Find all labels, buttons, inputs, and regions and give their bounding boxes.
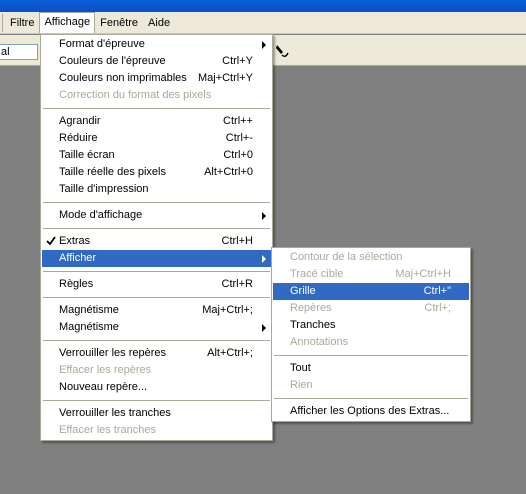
menu-item-label: Agrandir — [59, 115, 101, 127]
menu-item-shortcut: Maj+Ctrl+; — [202, 304, 253, 316]
menu-item-shortcut: Alt+Ctrl+; — [207, 347, 253, 359]
toolbar-field[interactable]: al — [0, 44, 38, 60]
menu-item-shortcut: Ctrl+- — [225, 132, 253, 144]
pen-tool-icon[interactable] — [274, 42, 290, 60]
menu-item-label: Effacer les repères — [59, 364, 152, 376]
menu-item-label: Magnétisme — [59, 304, 119, 316]
menu-item-couleurs-epreuve[interactable]: Couleurs de l'épreuve Ctrl+Y — [42, 53, 271, 70]
menu-item-verrouiller-reperes[interactable]: Verrouiller les repères Alt+Ctrl+; — [42, 345, 271, 362]
menu-fenetre[interactable]: Fenêtre — [95, 13, 143, 33]
menu-item-couleurs-non-imprimables[interactable]: Couleurs non imprimables Maj+Ctrl+Y — [42, 70, 271, 87]
menu-divider — [42, 293, 271, 302]
menu-divider — [273, 351, 469, 360]
menu-item-label: Tracé cible — [290, 268, 344, 280]
menu-item-taille-reelle-pixels[interactable]: Taille réelle des pixels Alt+Ctrl+0 — [42, 164, 271, 181]
menu-item-taille-impression[interactable]: Taille d'impression — [42, 181, 271, 198]
menu-item-label: Couleurs de l'épreuve — [59, 55, 166, 67]
menu-divider — [42, 267, 271, 276]
menu-item-label: Couleurs non imprimables — [59, 72, 187, 84]
menu-item-regles[interactable]: Règles Ctrl+R — [42, 276, 271, 293]
menu-item-label: Effacer les tranches — [59, 424, 157, 436]
menu-item-verrouiller-tranches[interactable]: Verrouiller les tranches — [42, 405, 271, 422]
menu-item-label: Format d'épreuve — [59, 38, 145, 50]
menu-item-agrandir[interactable]: Agrandir Ctrl++ — [42, 113, 271, 130]
submenu-item-options-extras[interactable]: Afficher les Options des Extras... — [273, 403, 469, 420]
menu-item-label: Réduire — [59, 132, 98, 144]
menu-item-reduire[interactable]: Réduire Ctrl+- — [42, 130, 271, 147]
menu-item-afficher[interactable]: Afficher — [42, 250, 271, 267]
menu-item-label: Verrouiller les repères — [59, 347, 166, 359]
menu-item-format-epreuve[interactable]: Format d'épreuve — [42, 36, 271, 53]
menu-item-label: Correction du format des pixels — [59, 89, 212, 101]
menu-item-shortcut: Alt+Ctrl+0 — [204, 166, 253, 178]
menu-item-extras[interactable]: Extras Ctrl+H — [42, 233, 271, 250]
menu-item-shortcut: Maj+Ctrl+H — [395, 268, 451, 280]
window-titlebar — [0, 0, 526, 12]
submenu-arrow-icon — [262, 255, 266, 263]
menu-divider — [42, 396, 271, 405]
submenu-item-annotations: Annotations — [273, 334, 469, 351]
submenu-item-grille[interactable]: Grille Ctrl+" — [273, 283, 469, 300]
submenu-item-reperes: Repères Ctrl+; — [273, 300, 469, 317]
menu-item-shortcut: Ctrl+0 — [223, 149, 253, 161]
menu-item-label: Afficher les Options des Extras... — [290, 405, 450, 417]
menu-item-correction-format-pixels: Correction du format des pixels — [42, 87, 271, 104]
submenu-arrow-icon — [262, 41, 266, 49]
menu-item-label: Contour de la sélection — [290, 251, 403, 263]
menu-item-shortcut: Ctrl+Y — [222, 55, 253, 67]
menu-item-label: Afficher — [59, 252, 97, 264]
menu-item-label: Mode d'affichage — [59, 209, 143, 221]
menu-item-label: Grille — [290, 285, 316, 297]
affichage-menu: Format d'épreuve Couleurs de l'épreuve C… — [40, 34, 273, 441]
submenu-item-contour-selection: Contour de la sélection — [273, 249, 469, 266]
menu-item-label: Taille écran — [59, 149, 115, 161]
menu-divider — [42, 336, 271, 345]
menu-aide[interactable]: Aide — [143, 13, 175, 33]
submenu-arrow-icon — [262, 212, 266, 220]
menu-item-label: Tout — [290, 362, 311, 374]
menu-item-label: Annotations — [290, 336, 349, 348]
menu-item-label: Taille d'impression — [59, 183, 149, 195]
menu-item-shortcut: Maj+Ctrl+Y — [197, 72, 253, 84]
menubar-separator — [2, 13, 3, 32]
menu-item-label: Règles — [59, 278, 94, 290]
menu-item-magnetisme[interactable]: Magnétisme Maj+Ctrl+; — [42, 302, 271, 319]
menu-item-label: Taille réelle des pixels — [59, 166, 166, 178]
menu-item-effacer-tranches: Effacer les tranches — [42, 422, 271, 439]
menu-filtre[interactable]: Filtre — [5, 13, 39, 33]
menu-item-shortcut: Ctrl+H — [221, 235, 253, 247]
submenu-item-tranches[interactable]: Tranches — [273, 317, 469, 334]
menu-item-shortcut: Ctrl++ — [223, 115, 253, 127]
menu-affichage[interactable]: Affichage — [39, 12, 96, 33]
menu-divider — [273, 394, 469, 403]
menu-item-label: Rien — [290, 379, 313, 391]
menu-item-nouveau-repere[interactable]: Nouveau repère... — [42, 379, 271, 396]
menu-divider — [42, 198, 271, 207]
submenu-item-trace-cible: Tracé cible Maj+Ctrl+H — [273, 266, 469, 283]
menu-item-shortcut: Ctrl+" — [423, 285, 451, 297]
afficher-submenu: Contour de la sélection Tracé cible Maj+… — [271, 247, 471, 422]
menu-bar: Filtre Affichage Fenêtre Aide — [0, 12, 526, 34]
menu-item-shortcut: Ctrl+; — [424, 302, 451, 314]
checkmark-icon — [46, 236, 56, 246]
submenu-arrow-icon — [262, 324, 266, 332]
menu-item-magnetisme-submenu[interactable]: Magnétisme — [42, 319, 271, 336]
menu-item-shortcut: Ctrl+R — [221, 278, 253, 290]
submenu-item-rien: Rien — [273, 377, 469, 394]
menu-item-mode-affichage[interactable]: Mode d'affichage — [42, 207, 271, 224]
menu-item-label: Magnétisme — [59, 321, 119, 333]
submenu-item-tout[interactable]: Tout — [273, 360, 469, 377]
menu-item-label: Nouveau repère... — [59, 381, 148, 393]
menu-item-label: Repères — [290, 302, 332, 314]
menu-item-label: Verrouiller les tranches — [59, 407, 171, 419]
menu-item-taille-ecran[interactable]: Taille écran Ctrl+0 — [42, 147, 271, 164]
menu-item-label: Tranches — [290, 319, 336, 331]
menu-item-effacer-reperes: Effacer les repères — [42, 362, 271, 379]
menu-divider — [42, 104, 271, 113]
menu-divider — [42, 224, 271, 233]
